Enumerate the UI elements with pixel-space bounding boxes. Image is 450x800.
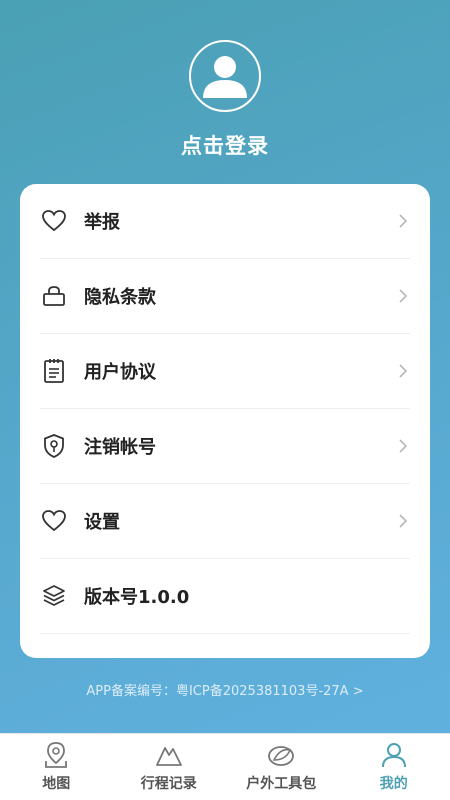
version-label: 版本号1.0.0 [84,587,190,608]
menu-item-version: 版本号1.0.0 [40,559,410,634]
leaf-icon [267,741,295,769]
chevron-right-icon [399,514,408,528]
menu-item-report[interactable]: 举报 [40,184,410,259]
tab-label: 户外工具包 [246,776,317,792]
chevron-right-icon [399,214,408,228]
chevron-right-icon [399,364,408,378]
map-pin-icon [42,741,70,769]
menu-item-label: 设置 [84,512,120,533]
menu-item-delete-account[interactable]: 注销帐号 [40,409,410,484]
menu-item-settings[interactable]: 设置 [40,484,410,559]
bottom-tab-bar: 地图 行程记录 户外工具包 我的 [0,733,450,800]
menu-item-label: 注销帐号 [84,437,156,458]
person-icon [380,741,408,769]
menu-item-label: 举报 [84,212,120,233]
tab-label: 行程记录 [140,776,197,792]
tab-label: 地图 [42,776,71,792]
mountain-icon [155,741,183,769]
person-icon [203,56,247,98]
profile-header: 点击登录 [0,40,450,160]
heart-icon [40,207,68,235]
layers-icon [40,582,68,610]
tab-label: 我的 [379,776,408,792]
chevron-right-icon [399,289,408,303]
avatar[interactable] [189,40,261,112]
notepad-icon [40,357,68,385]
menu-item-label: 隐私条款 [84,287,156,308]
tab-mine[interactable]: 我的 [338,734,450,800]
icp-filing-link[interactable]: APP备案编号：粤ICP备2025381103号-27A > [0,680,450,699]
menu-item-label: 用户协议 [84,362,156,383]
lock-icon [40,282,68,310]
menu-item-user-agreement[interactable]: 用户协议 [40,334,410,409]
menu-item-privacy[interactable]: 隐私条款 [40,259,410,334]
heart-icon [40,507,68,535]
menu-card: 举报 隐私条款 用户协议 注销帐号 设置 版本号1.0.0 [20,184,430,658]
tab-map[interactable]: 地图 [0,734,113,800]
chevron-right-icon [399,439,408,453]
shield-key-icon [40,432,68,460]
tab-trips[interactable]: 行程记录 [113,734,226,800]
tab-outdoor-toolkit[interactable]: 户外工具包 [225,734,338,800]
login-link[interactable]: 点击登录 [181,130,269,160]
